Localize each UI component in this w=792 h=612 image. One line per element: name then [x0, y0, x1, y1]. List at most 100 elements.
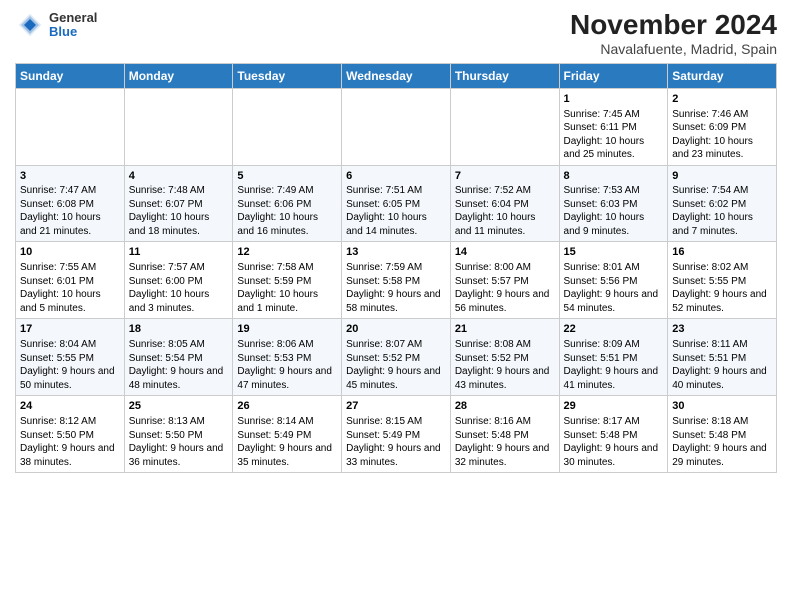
day-info-line: Sunrise: 7:59 AM: [346, 261, 446, 275]
logo: General Blue: [15, 10, 97, 40]
day-info-line: Daylight: 10 hours and 23 minutes.: [672, 135, 772, 162]
day-info-line: Daylight: 9 hours and 36 minutes.: [129, 442, 229, 469]
day-info-line: Sunrise: 8:07 AM: [346, 338, 446, 352]
calendar-cell: 29Sunrise: 8:17 AMSunset: 5:48 PMDayligh…: [559, 396, 668, 473]
logo-text: General Blue: [49, 11, 97, 40]
day-info-line: Sunrise: 7:53 AM: [564, 184, 664, 198]
day-number: 13: [346, 245, 446, 260]
day-info-line: Daylight: 9 hours and 43 minutes.: [455, 365, 555, 392]
day-info-line: Sunset: 5:55 PM: [20, 352, 120, 366]
calendar-cell: 10Sunrise: 7:55 AMSunset: 6:01 PMDayligh…: [16, 242, 125, 319]
day-number: 24: [20, 399, 120, 414]
calendar-cell: 24Sunrise: 8:12 AMSunset: 5:50 PMDayligh…: [16, 396, 125, 473]
calendar-cell: 28Sunrise: 8:16 AMSunset: 5:48 PMDayligh…: [450, 396, 559, 473]
calendar-cell: 3Sunrise: 7:47 AMSunset: 6:08 PMDaylight…: [16, 165, 125, 242]
day-info-line: Sunset: 5:50 PM: [129, 429, 229, 443]
calendar-header-wednesday: Wednesday: [342, 63, 451, 88]
day-info-line: Sunrise: 8:06 AM: [237, 338, 337, 352]
day-number: 6: [346, 169, 446, 184]
title-area: November 2024 Navalafuente, Madrid, Spai…: [570, 10, 777, 57]
calendar-cell: [16, 88, 125, 165]
day-info-line: Daylight: 9 hours and 40 minutes.: [672, 365, 772, 392]
calendar-cell: 12Sunrise: 7:58 AMSunset: 5:59 PMDayligh…: [233, 242, 342, 319]
day-number: 20: [346, 322, 446, 337]
day-info-line: Daylight: 9 hours and 54 minutes.: [564, 288, 664, 315]
day-info-line: Sunrise: 8:14 AM: [237, 415, 337, 429]
day-number: 3: [20, 169, 120, 184]
day-number: 17: [20, 322, 120, 337]
calendar-cell: 16Sunrise: 8:02 AMSunset: 5:55 PMDayligh…: [668, 242, 777, 319]
day-info-line: Sunset: 5:49 PM: [346, 429, 446, 443]
day-info-line: Sunset: 5:56 PM: [564, 275, 664, 289]
calendar-header-row: SundayMondayTuesdayWednesdayThursdayFrid…: [16, 63, 777, 88]
day-number: 28: [455, 399, 555, 414]
day-info-line: Sunrise: 7:49 AM: [237, 184, 337, 198]
day-info-line: Sunset: 5:51 PM: [672, 352, 772, 366]
day-info-line: Daylight: 9 hours and 56 minutes.: [455, 288, 555, 315]
calendar-week-row: 1Sunrise: 7:45 AMSunset: 6:11 PMDaylight…: [16, 88, 777, 165]
day-number: 5: [237, 169, 337, 184]
calendar-cell: 18Sunrise: 8:05 AMSunset: 5:54 PMDayligh…: [124, 319, 233, 396]
day-number: 4: [129, 169, 229, 184]
calendar-header-thursday: Thursday: [450, 63, 559, 88]
day-info-line: Sunrise: 8:02 AM: [672, 261, 772, 275]
calendar-header-friday: Friday: [559, 63, 668, 88]
page-title: November 2024: [570, 10, 777, 41]
header: General Blue November 2024 Navalafuente,…: [15, 10, 777, 57]
calendar-cell: 14Sunrise: 8:00 AMSunset: 5:57 PMDayligh…: [450, 242, 559, 319]
day-info-line: Daylight: 9 hours and 48 minutes.: [129, 365, 229, 392]
calendar-cell: 26Sunrise: 8:14 AMSunset: 5:49 PMDayligh…: [233, 396, 342, 473]
calendar-cell: [124, 88, 233, 165]
day-number: 19: [237, 322, 337, 337]
day-info-line: Sunrise: 8:04 AM: [20, 338, 120, 352]
day-info-line: Sunrise: 8:05 AM: [129, 338, 229, 352]
calendar-cell: 9Sunrise: 7:54 AMSunset: 6:02 PMDaylight…: [668, 165, 777, 242]
day-info-line: Sunset: 6:11 PM: [564, 121, 664, 135]
day-number: 1: [564, 92, 664, 107]
day-info-line: Daylight: 9 hours and 50 minutes.: [20, 365, 120, 392]
day-info-line: Sunset: 5:48 PM: [455, 429, 555, 443]
day-info-line: Sunrise: 8:18 AM: [672, 415, 772, 429]
day-info-line: Sunrise: 8:11 AM: [672, 338, 772, 352]
calendar-cell: 30Sunrise: 8:18 AMSunset: 5:48 PMDayligh…: [668, 396, 777, 473]
calendar-cell: 1Sunrise: 7:45 AMSunset: 6:11 PMDaylight…: [559, 88, 668, 165]
day-info-line: Sunrise: 7:58 AM: [237, 261, 337, 275]
day-info-line: Daylight: 9 hours and 30 minutes.: [564, 442, 664, 469]
day-number: 21: [455, 322, 555, 337]
calendar-cell: 7Sunrise: 7:52 AMSunset: 6:04 PMDaylight…: [450, 165, 559, 242]
day-number: 30: [672, 399, 772, 414]
day-info-line: Sunset: 6:09 PM: [672, 121, 772, 135]
day-info-line: Sunset: 5:52 PM: [455, 352, 555, 366]
day-info-line: Sunset: 5:54 PM: [129, 352, 229, 366]
day-info-line: Sunset: 5:50 PM: [20, 429, 120, 443]
day-info-line: Sunset: 6:06 PM: [237, 198, 337, 212]
day-number: 26: [237, 399, 337, 414]
day-info-line: Sunset: 6:07 PM: [129, 198, 229, 212]
day-info-line: Daylight: 10 hours and 16 minutes.: [237, 211, 337, 238]
calendar-cell: 27Sunrise: 8:15 AMSunset: 5:49 PMDayligh…: [342, 396, 451, 473]
day-info-line: Sunset: 6:01 PM: [20, 275, 120, 289]
day-info-line: Sunrise: 7:47 AM: [20, 184, 120, 198]
day-info-line: Daylight: 10 hours and 1 minute.: [237, 288, 337, 315]
day-info-line: Daylight: 9 hours and 32 minutes.: [455, 442, 555, 469]
day-info-line: Sunset: 5:51 PM: [564, 352, 664, 366]
day-number: 23: [672, 322, 772, 337]
day-info-line: Sunrise: 8:12 AM: [20, 415, 120, 429]
day-info-line: Daylight: 10 hours and 14 minutes.: [346, 211, 446, 238]
logo-general: General: [49, 11, 97, 25]
day-info-line: Daylight: 9 hours and 38 minutes.: [20, 442, 120, 469]
day-info-line: Sunrise: 7:46 AM: [672, 108, 772, 122]
day-info-line: Daylight: 10 hours and 3 minutes.: [129, 288, 229, 315]
calendar-cell: 19Sunrise: 8:06 AMSunset: 5:53 PMDayligh…: [233, 319, 342, 396]
calendar-cell: 6Sunrise: 7:51 AMSunset: 6:05 PMDaylight…: [342, 165, 451, 242]
day-info-line: Sunrise: 7:55 AM: [20, 261, 120, 275]
day-info-line: Daylight: 9 hours and 35 minutes.: [237, 442, 337, 469]
calendar-cell: 20Sunrise: 8:07 AMSunset: 5:52 PMDayligh…: [342, 319, 451, 396]
day-info-line: Daylight: 10 hours and 9 minutes.: [564, 211, 664, 238]
day-info-line: Sunrise: 8:13 AM: [129, 415, 229, 429]
day-number: 25: [129, 399, 229, 414]
day-number: 16: [672, 245, 772, 260]
calendar-week-row: 17Sunrise: 8:04 AMSunset: 5:55 PMDayligh…: [16, 319, 777, 396]
day-info-line: Sunrise: 8:08 AM: [455, 338, 555, 352]
day-number: 27: [346, 399, 446, 414]
